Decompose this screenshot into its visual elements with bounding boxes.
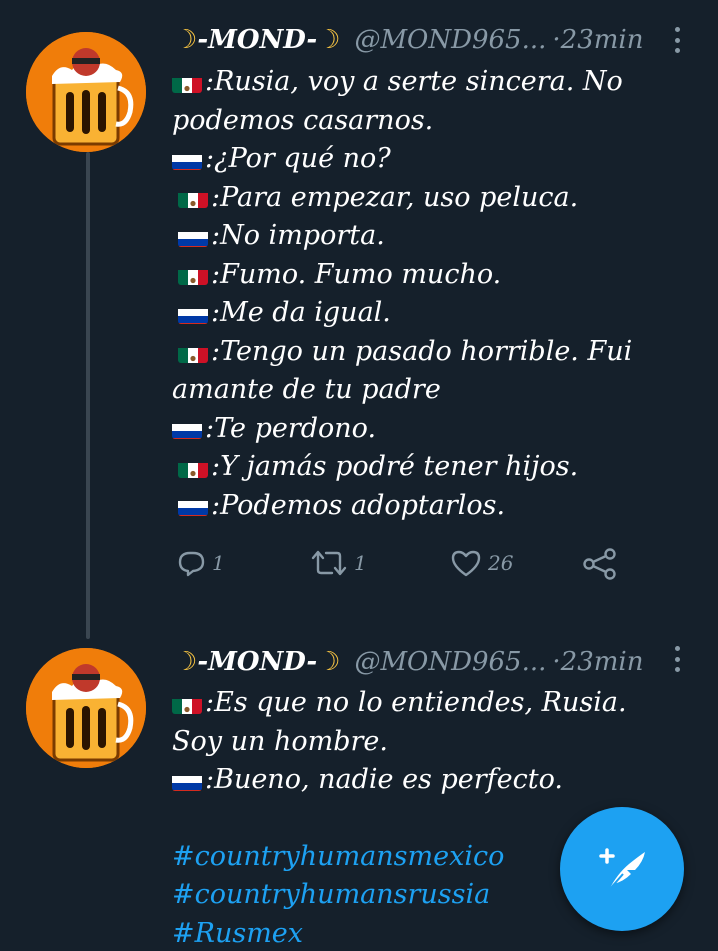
dialogue-line: :No importa.	[178, 217, 672, 256]
avatar-image	[26, 648, 146, 768]
retweet-button[interactable]: 1	[310, 548, 367, 578]
russia-flag-icon	[172, 418, 202, 440]
dialogue-line: :Para empezar, uso peluca.	[178, 179, 672, 218]
avatar[interactable]	[26, 32, 146, 152]
compose-tweet-button[interactable]	[560, 807, 684, 931]
avatar-image	[26, 32, 146, 152]
dialogue-line: :Y jamás podré tener hijos.	[178, 448, 672, 487]
timestamp: ·23min	[552, 25, 644, 55]
more-options-icon[interactable]	[674, 646, 680, 672]
tweet-header: ☽ -MOND- ☽ @MOND965... ·23min	[174, 642, 694, 682]
russia-flag-icon	[178, 495, 208, 517]
mexico-flag-icon	[178, 342, 208, 363]
dialogue-line: :Rusia, voy a serte sincera. No podemos …	[172, 66, 623, 136]
thread-line	[86, 152, 90, 639]
dialogue-line: :Bueno, nadie es perfecto.	[172, 761, 672, 800]
dialogue-line: :Es que no lo entiendes, Rusia. Soy un h…	[172, 687, 627, 757]
reply-button[interactable]: 1	[176, 548, 225, 578]
russia-flag-icon	[172, 149, 202, 170]
russia-flag-icon	[178, 226, 208, 247]
display-name[interactable]: -MOND-	[197, 25, 317, 55]
russia-flag-icon	[172, 770, 202, 791]
mexico-flag-icon	[178, 187, 208, 209]
mexico-flag-icon	[172, 693, 202, 714]
tweet-actions: 1 1 26	[172, 548, 632, 598]
retweet-count: 1	[354, 551, 367, 575]
moon-icon: ☽	[174, 25, 198, 55]
display-name[interactable]: -MOND-	[197, 647, 317, 677]
moon-icon: ☽	[317, 25, 341, 55]
mexico-flag-icon	[178, 264, 208, 286]
reply-count: 1	[212, 551, 225, 575]
user-handle[interactable]: @MOND965...	[354, 25, 546, 55]
like-count: 26	[488, 551, 514, 575]
mexico-flag-icon	[172, 72, 202, 93]
dialogue-line: :Me da igual.	[178, 294, 672, 333]
tweet-1[interactable]: ☽ -MOND- ☽ @MOND965... ·23min :Rusia, vo…	[0, 0, 718, 640]
moon-icon: ☽	[317, 647, 341, 677]
timestamp: ·23min	[552, 647, 644, 677]
mexico-flag-icon	[178, 457, 208, 478]
heart-icon	[451, 550, 481, 577]
more-options-icon[interactable]	[674, 27, 680, 53]
moon-icon: ☽	[174, 647, 198, 677]
share-icon	[583, 548, 616, 580]
avatar[interactable]	[26, 648, 146, 768]
share-button[interactable]	[582, 548, 618, 580]
like-button[interactable]: 26	[450, 548, 513, 578]
retweet-icon	[311, 550, 347, 576]
dialogue-line: :Podemos adoptarlos.	[178, 487, 672, 526]
dialogue-line: :¿Por qué no?	[172, 140, 672, 179]
dialogue-line: :Tengo un pasado horrible. Fui amante de…	[172, 335, 633, 406]
user-handle[interactable]: @MOND965...	[354, 647, 546, 677]
tweet-header: ☽ -MOND- ☽ @MOND965... ·23min	[174, 20, 694, 60]
dialogue-line: :Te perdono.	[172, 410, 672, 449]
tweet-text: :Rusia, voy a serte sincera. No podemos …	[172, 63, 672, 525]
dialogue-line: :Fumo. Fumo mucho.	[178, 256, 672, 295]
compose-feather-icon	[599, 848, 645, 891]
reply-icon	[178, 551, 205, 577]
russia-flag-icon	[178, 303, 208, 324]
